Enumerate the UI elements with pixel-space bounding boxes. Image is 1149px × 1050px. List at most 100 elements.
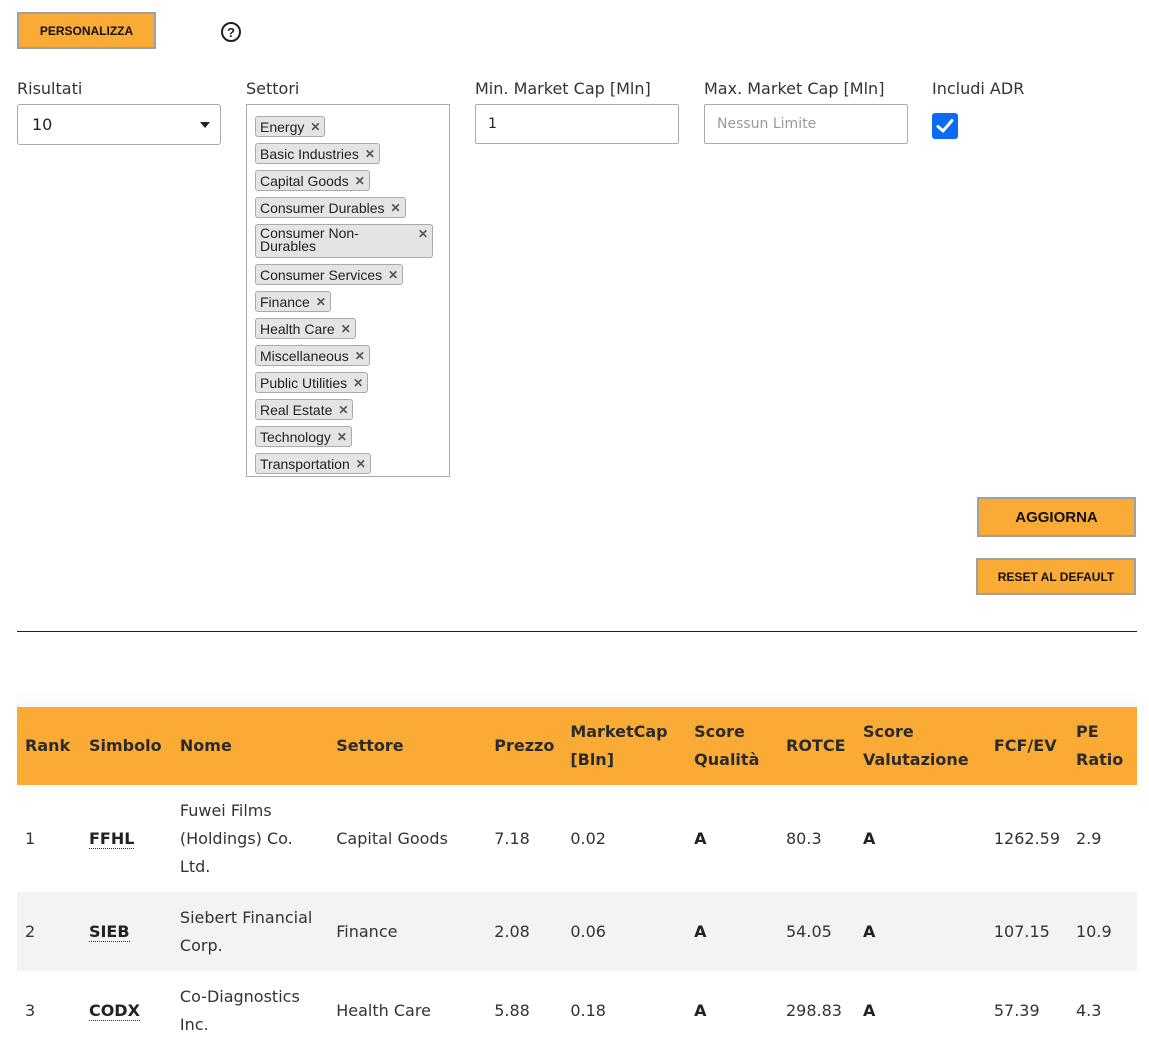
remove-icon[interactable]: ✕ bbox=[391, 201, 401, 215]
cell-marketcap: 0.18 bbox=[562, 971, 687, 1050]
remove-icon[interactable]: ✕ bbox=[388, 268, 398, 282]
cell-symbol-wrap: FFHL bbox=[80, 785, 172, 892]
sector-tag[interactable]: Consumer Services ✕ bbox=[255, 264, 404, 285]
table-row: 2 SIEB Siebert Financial Corp. Finance 2… bbox=[17, 892, 1137, 971]
symbol-link[interactable]: FFHL bbox=[88, 828, 135, 849]
sector-tag-label: Consumer Durables bbox=[260, 199, 385, 216]
max-market-cap-label: Max. Market Cap [Mln] bbox=[704, 79, 885, 98]
sector-tag-label: Finance bbox=[260, 293, 310, 310]
sector-tag[interactable]: Miscellaneous ✕ bbox=[255, 345, 370, 366]
divider bbox=[17, 631, 1137, 632]
cell-pe-ratio: 2.9 bbox=[1068, 785, 1137, 892]
cell-pe-ratio: 4.3 bbox=[1068, 971, 1137, 1050]
remove-icon[interactable]: ✕ bbox=[418, 228, 428, 241]
sector-tag-label: Capital Goods bbox=[260, 172, 349, 189]
remove-icon[interactable]: ✕ bbox=[365, 147, 375, 161]
sector-tag[interactable]: Real Estate ✕ bbox=[255, 399, 354, 420]
sector-tag[interactable]: Transportation ✕ bbox=[255, 453, 371, 474]
results-select[interactable]: 10 bbox=[17, 104, 221, 145]
sector-tag-label: Miscellaneous bbox=[260, 347, 349, 364]
cell-fcf-ev: 107.15 bbox=[985, 892, 1068, 971]
col-header-pe-ratio[interactable]: PE Ratio bbox=[1068, 707, 1137, 785]
sector-tag-label: Consumer Non-Durables bbox=[260, 225, 359, 254]
symbol-link[interactable]: SIEB bbox=[88, 921, 130, 942]
cell-valuation-score: A bbox=[854, 785, 986, 892]
adr-label: Includi ADR bbox=[932, 79, 1025, 98]
table-row: 1 FFHL Fuwei Films (Holdings) Co. Ltd. C… bbox=[17, 785, 1137, 892]
sector-tag[interactable]: Public Utilities ✕ bbox=[255, 372, 369, 393]
remove-icon[interactable]: ✕ bbox=[355, 174, 365, 188]
cell-name: Siebert Financial Corp. bbox=[171, 892, 329, 971]
cell-sector: Health Care bbox=[328, 971, 487, 1050]
col-header-name[interactable]: Nome bbox=[171, 707, 329, 785]
sector-tag-label: Real Estate bbox=[260, 401, 333, 418]
results-label: Risultati bbox=[17, 79, 83, 98]
sector-tag-label: Technology bbox=[260, 428, 331, 445]
cell-rotce: 80.3 bbox=[778, 785, 855, 892]
cell-name: Fuwei Films (Holdings) Co. Ltd. bbox=[171, 785, 329, 892]
cell-fcf-ev: 1262.59 bbox=[985, 785, 1068, 892]
sector-tag-label: Energy bbox=[260, 118, 305, 135]
sector-tag[interactable]: Energy ✕ bbox=[255, 116, 326, 137]
help-icon[interactable]: ? bbox=[221, 22, 241, 42]
cell-rank: 3 bbox=[17, 971, 81, 1050]
cell-marketcap: 0.06 bbox=[562, 892, 687, 971]
sector-tag[interactable]: Consumer Durables ✕ bbox=[255, 197, 406, 218]
results-select-value: 10 bbox=[32, 115, 53, 134]
table-header-row: Rank Simbolo Nome Settore Prezzo MarketC… bbox=[17, 707, 1137, 785]
symbol-link[interactable]: CODX bbox=[88, 1000, 140, 1021]
adr-checkbox[interactable] bbox=[932, 113, 958, 139]
max-market-cap-input[interactable]: Nessun Limite bbox=[704, 104, 908, 144]
checkmark-icon bbox=[936, 119, 954, 133]
remove-icon[interactable]: ✕ bbox=[337, 430, 347, 444]
table-row: 3 CODX Co-Diagnostics Inc. Health Care 5… bbox=[17, 971, 1137, 1050]
min-market-cap-input[interactable]: 1 bbox=[475, 104, 679, 144]
sector-tag[interactable]: Capital Goods ✕ bbox=[255, 170, 370, 191]
remove-icon[interactable]: ✕ bbox=[316, 295, 326, 309]
remove-icon[interactable]: ✕ bbox=[353, 376, 363, 390]
cell-quality-score: A bbox=[686, 971, 778, 1050]
col-header-quality-score[interactable]: Score Qualità bbox=[686, 707, 778, 785]
caret-down-icon bbox=[200, 122, 210, 128]
sector-tag[interactable]: Finance ✕ bbox=[255, 291, 331, 312]
col-header-rank[interactable]: Rank bbox=[17, 707, 81, 785]
update-button[interactable]: AGGIORNA bbox=[977, 497, 1136, 537]
cell-price: 5.88 bbox=[486, 971, 563, 1050]
cell-valuation-score: A bbox=[854, 892, 986, 971]
personalize-button[interactable]: PERSONALIZZA bbox=[17, 12, 156, 49]
cell-rank: 2 bbox=[17, 892, 81, 971]
col-header-valuation-score[interactable]: Score Valutazione bbox=[854, 707, 986, 785]
cell-symbol-wrap: SIEB bbox=[80, 892, 172, 971]
remove-icon[interactable]: ✕ bbox=[310, 120, 320, 134]
results-table: Rank Simbolo Nome Settore Prezzo MarketC… bbox=[17, 707, 1137, 1050]
col-header-price[interactable]: Prezzo bbox=[486, 707, 563, 785]
cell-pe-ratio: 10.9 bbox=[1068, 892, 1137, 971]
col-header-sector[interactable]: Settore bbox=[328, 707, 487, 785]
remove-icon[interactable]: ✕ bbox=[338, 403, 348, 417]
min-market-cap-label: Min. Market Cap [Mln] bbox=[475, 79, 651, 98]
remove-icon[interactable]: ✕ bbox=[355, 349, 365, 363]
remove-icon[interactable]: ✕ bbox=[356, 457, 366, 471]
cell-rotce: 298.83 bbox=[778, 971, 855, 1050]
sector-tag[interactable]: Health Care ✕ bbox=[255, 318, 356, 339]
cell-quality-score: A bbox=[686, 785, 778, 892]
cell-name: Co-Diagnostics Inc. bbox=[171, 971, 329, 1050]
sector-tag[interactable]: Technology ✕ bbox=[255, 426, 352, 447]
cell-rotce: 54.05 bbox=[778, 892, 855, 971]
cell-sector: Finance bbox=[328, 892, 487, 971]
cell-sector: Capital Goods bbox=[328, 785, 487, 892]
col-header-symbol[interactable]: Simbolo bbox=[80, 707, 172, 785]
sector-tag-label: Transportation bbox=[260, 455, 350, 472]
sectors-label: Settori bbox=[246, 79, 300, 98]
col-header-fcf-ev[interactable]: FCF/EV bbox=[985, 707, 1068, 785]
remove-icon[interactable]: ✕ bbox=[341, 322, 351, 336]
sector-tag[interactable]: Basic Industries ✕ bbox=[255, 143, 380, 164]
sector-tag[interactable]: Consumer Non-Durables ✕ bbox=[255, 224, 433, 258]
col-header-rotce[interactable]: ROTCE bbox=[778, 707, 855, 785]
sectors-multiselect[interactable]: Energy ✕ Basic Industries ✕ Capital Goods ✕… bbox=[246, 104, 450, 477]
reset-default-button[interactable]: RESET AL DEFAULT bbox=[976, 558, 1136, 595]
col-header-marketcap[interactable]: MarketCap [Bln] bbox=[562, 707, 687, 785]
sector-tag-label: Public Utilities bbox=[260, 374, 348, 391]
cell-symbol-wrap: CODX bbox=[80, 971, 172, 1050]
sector-tag-label: Consumer Services bbox=[260, 266, 383, 283]
